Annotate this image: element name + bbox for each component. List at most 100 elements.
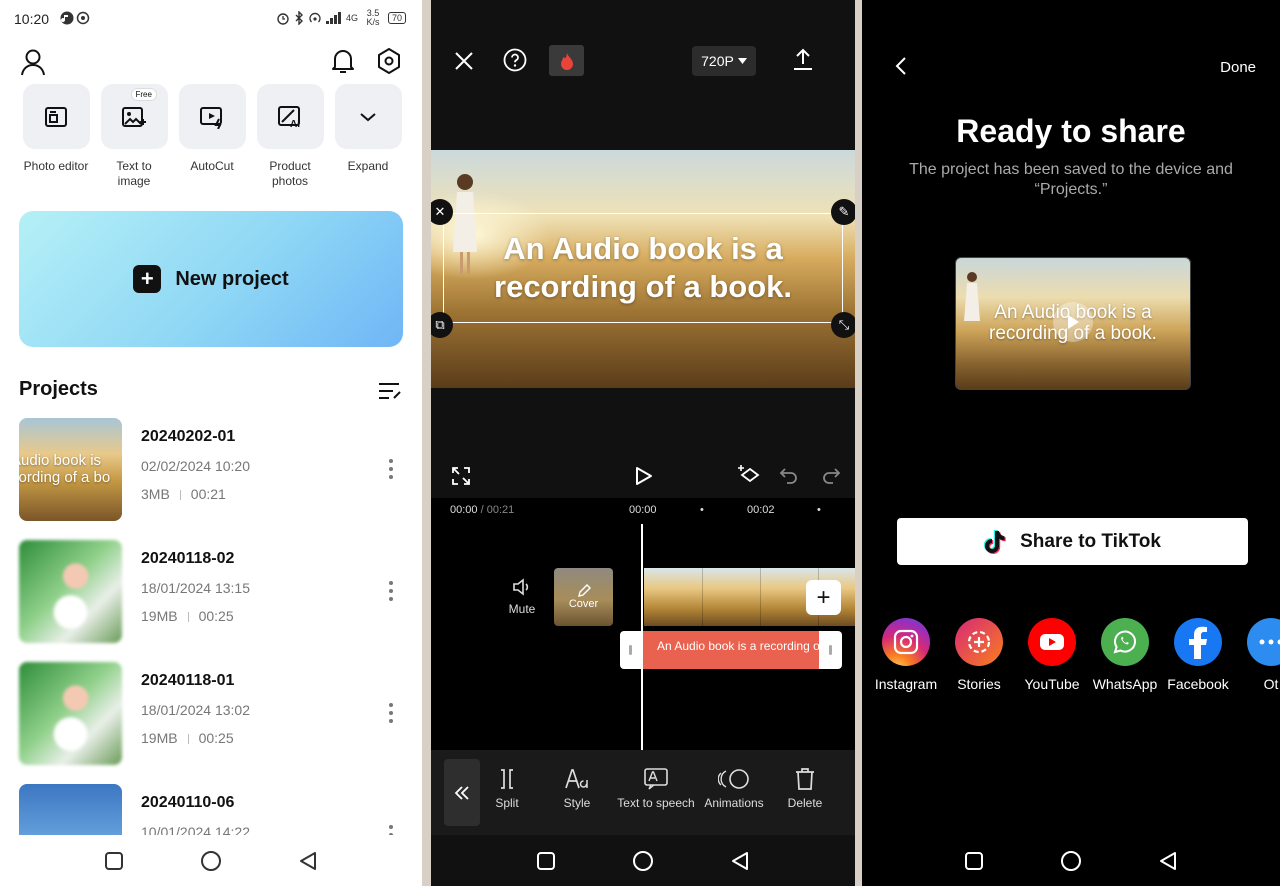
- share-stories[interactable]: Stories: [955, 618, 1003, 692]
- total-time: 00:21: [486, 504, 515, 516]
- tool-text-to-image[interactable]: Free Text to image: [100, 84, 168, 189]
- more-options-icon[interactable]: [387, 702, 395, 724]
- project-thumbnail: Audio book is cording of a bo: [19, 418, 122, 521]
- instagram-icon: [882, 618, 930, 666]
- project-thumbnail: [19, 784, 122, 835]
- home-icon[interactable]: [200, 850, 222, 872]
- home-icon[interactable]: [1060, 850, 1082, 872]
- share-facebook[interactable]: Facebook: [1167, 618, 1229, 692]
- home-icon[interactable]: [632, 850, 654, 872]
- ruler-dot: •: [817, 504, 821, 516]
- fullscreen-icon[interactable]: [449, 464, 473, 488]
- share-whatsapp[interactable]: WhatsApp: [1093, 618, 1157, 692]
- thumbnail-caption: Audio book is cording of a bo: [19, 452, 111, 486]
- profile-icon[interactable]: [18, 47, 48, 77]
- hotspot-icon: [309, 12, 321, 23]
- split-icon: [501, 769, 513, 789]
- pro-flame-icon[interactable]: [549, 45, 584, 76]
- share-to-tiktok-button[interactable]: Share to TikTok: [897, 518, 1248, 565]
- mute-label: Mute: [508, 602, 536, 616]
- trim-handle-left[interactable]: [629, 645, 632, 655]
- home-screen: 10:20 4G 3.5 K/s 70 Photo editor Free Te…: [0, 0, 422, 886]
- trim-handle-right[interactable]: [829, 645, 832, 655]
- project-row[interactable]: 20240118-01 18/01/2024 13:02 19MB 00:25: [19, 662, 403, 766]
- tool-label: Product photos: [269, 159, 311, 188]
- redo-icon[interactable]: [819, 463, 843, 487]
- pencil-icon: [577, 584, 591, 597]
- close-icon[interactable]: [451, 48, 477, 74]
- video-thumbnail-preview[interactable]: An Audio book is a recording of a book.: [955, 257, 1191, 390]
- delete-button[interactable]: Delete: [765, 768, 845, 810]
- recents-icon[interactable]: [104, 851, 124, 871]
- project-name: 20240118-02: [141, 550, 235, 567]
- photo-editor-icon: [22, 84, 90, 149]
- duplicate-caption-handle[interactable]: ⧉: [431, 312, 453, 338]
- net-speed: 3.5 K/s: [366, 8, 380, 27]
- tool-product-photos[interactable]: AI Product photos: [256, 84, 324, 189]
- video-preview[interactable]: An Audio book is a recording of a book. …: [431, 150, 855, 388]
- animations-label: Animations: [704, 796, 764, 810]
- text-to-speech-button[interactable]: Text to speech: [616, 768, 696, 810]
- back-icon[interactable]: [298, 851, 318, 871]
- delete-label: Delete: [787, 796, 823, 810]
- back-icon[interactable]: [730, 851, 750, 871]
- keyframe-icon[interactable]: [735, 462, 763, 488]
- recents-icon[interactable]: [536, 851, 556, 871]
- svg-text:AI: AI: [290, 119, 300, 129]
- share-label: Instagram: [874, 676, 938, 692]
- resolution-dropdown[interactable]: 720P: [692, 46, 756, 76]
- manage-projects-icon[interactable]: [377, 380, 403, 402]
- share-youtube[interactable]: YouTube: [1025, 618, 1080, 692]
- back-chevron-icon[interactable]: [890, 55, 912, 77]
- project-duration: 00:25: [198, 608, 234, 624]
- other-share-icon: [1247, 618, 1280, 666]
- autocut-icon: [178, 84, 246, 149]
- editor-screen: 720P An Audio book is a recording of a b…: [431, 0, 855, 886]
- play-circle-icon[interactable]: [1053, 302, 1093, 342]
- text-to-image-icon: Free: [100, 84, 168, 149]
- edit-caption-handle[interactable]: ✎: [831, 199, 855, 225]
- split-label: Split: [495, 796, 519, 810]
- new-project-label: New project: [175, 267, 289, 290]
- tool-label: Expand: [347, 159, 389, 173]
- notifications-bell-icon[interactable]: [328, 46, 358, 76]
- chevron-down-icon: [334, 84, 402, 149]
- add-clip-button[interactable]: +: [806, 580, 841, 615]
- recents-icon[interactable]: [964, 851, 984, 871]
- tool-photo-editor[interactable]: Photo editor: [22, 84, 90, 189]
- project-row[interactable]: 20240110-06 10/01/2024 14:22: [19, 784, 403, 835]
- export-upload-icon[interactable]: [789, 45, 817, 73]
- caption-box[interactable]: An Audio book is a recording of a book.: [443, 213, 843, 323]
- project-row[interactable]: 20240118-02 18/01/2024 13:15 19MB 00:25: [19, 540, 403, 644]
- tool-expand[interactable]: Expand: [334, 84, 402, 189]
- tiktok-label: Share to TikTok: [1020, 530, 1161, 552]
- share-other[interactable]: Ot: [1247, 618, 1280, 692]
- play-icon[interactable]: [631, 463, 657, 489]
- more-options-icon[interactable]: [387, 824, 395, 835]
- settings-gear-icon[interactable]: [374, 46, 404, 76]
- whatsapp-icon: [1101, 618, 1149, 666]
- split-button[interactable]: Split: [467, 768, 547, 810]
- stories-icon: [955, 618, 1003, 666]
- playhead[interactable]: [641, 524, 643, 750]
- project-duration: 00:21: [190, 486, 226, 502]
- scale-caption-handle[interactable]: ⤡: [831, 312, 855, 338]
- more-options-icon[interactable]: [387, 580, 395, 602]
- animations-button[interactable]: Animations: [694, 768, 774, 810]
- mute-button[interactable]: Mute: [497, 578, 547, 616]
- back-icon[interactable]: [1158, 851, 1178, 871]
- projects-title: Projects: [19, 378, 98, 400]
- text-clip[interactable]: An Audio book is a recording o: [620, 631, 842, 669]
- more-options-icon[interactable]: [387, 458, 395, 480]
- cover-button[interactable]: Cover: [554, 568, 613, 626]
- notification-icons: [60, 11, 90, 25]
- tool-autocut[interactable]: AutoCut: [178, 84, 246, 189]
- timeline[interactable]: 00:00 / 00:21 00:00 • 00:02 • Mute Cover…: [431, 498, 855, 750]
- style-button[interactable]: Style: [537, 768, 617, 810]
- project-row[interactable]: Audio book is cording of a bo 20240202-0…: [19, 418, 403, 522]
- undo-icon[interactable]: [777, 463, 801, 487]
- share-instagram[interactable]: Instagram: [875, 618, 937, 692]
- help-icon[interactable]: [502, 47, 528, 73]
- done-button[interactable]: Done: [1220, 59, 1256, 76]
- new-project-button[interactable]: + New project: [19, 211, 403, 347]
